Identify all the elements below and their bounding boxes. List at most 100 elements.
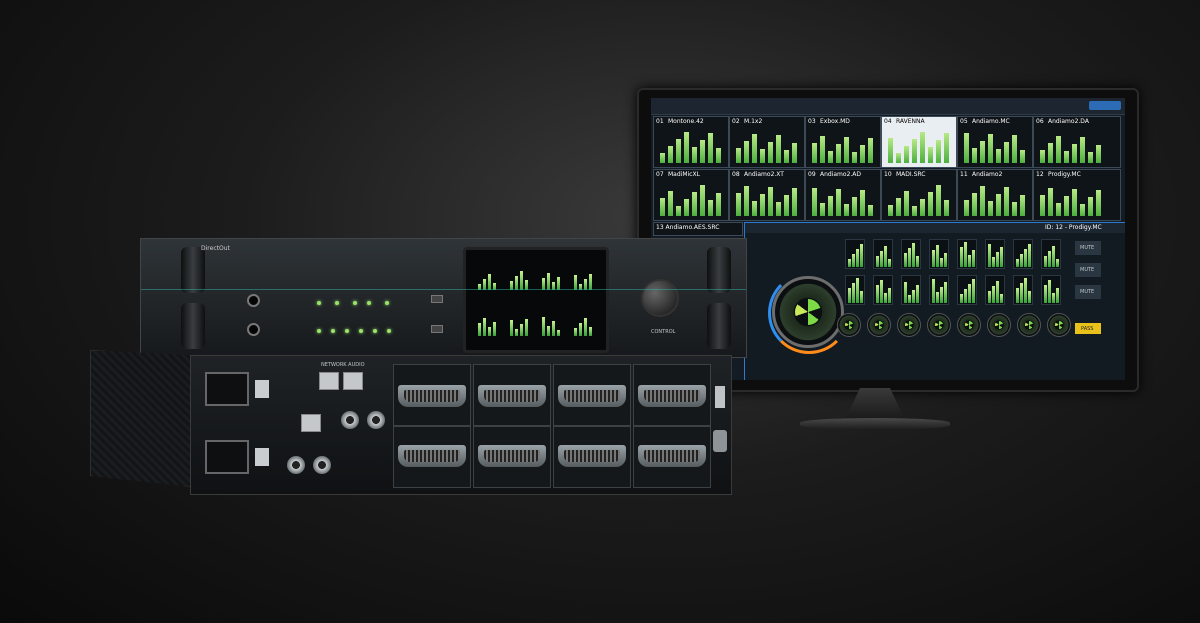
tile-name: Andiamo2.DA (1048, 118, 1089, 125)
small-radar (837, 313, 861, 337)
level-meter (744, 186, 749, 216)
level-meter (936, 185, 941, 216)
mute-button[interactable]: MUTE (1075, 263, 1101, 277)
rack-handle (181, 303, 205, 349)
topbar-button[interactable] (1089, 101, 1121, 110)
power-switch[interactable] (255, 380, 269, 398)
dsub-connector[interactable] (478, 385, 546, 407)
device-tile-02[interactable]: 02 M.1x2 (729, 116, 805, 168)
small-radar (897, 313, 921, 337)
level-meter (1088, 197, 1093, 216)
level-meter (760, 194, 765, 216)
channel-meter (1013, 275, 1033, 305)
level-meter (1096, 145, 1101, 163)
channel-meter (1041, 239, 1061, 269)
power-inlet[interactable] (205, 440, 249, 474)
dsub-connector[interactable] (478, 445, 546, 467)
level-meter (1072, 144, 1077, 163)
level-meter (828, 196, 833, 216)
level-meter (776, 202, 781, 216)
bnc-connector[interactable] (367, 411, 385, 429)
network-port[interactable] (319, 372, 339, 390)
level-meter (1020, 150, 1025, 163)
pass-button[interactable]: PASS (1075, 323, 1101, 334)
level-meter (844, 137, 849, 163)
power-switch[interactable] (255, 448, 269, 466)
mute-button[interactable]: MUTE (1075, 285, 1101, 299)
device-tile-09[interactable]: 09 Andiamo2.AD (805, 169, 881, 221)
device-tile-04[interactable]: 04 RAVENNA (881, 116, 957, 168)
level-meter (716, 148, 721, 163)
channel-meter (845, 239, 865, 269)
device-tile-03[interactable]: 03 Exbox.MD (805, 116, 881, 168)
headphone-jack[interactable] (247, 294, 260, 307)
tile-label: 09 (808, 171, 816, 178)
dsub-connector[interactable] (398, 385, 466, 407)
level-meter (708, 200, 713, 216)
io-slot (633, 364, 711, 426)
tile-label: 05 (960, 118, 968, 125)
tile-label: 12 (1036, 171, 1044, 178)
network-port[interactable] (343, 372, 363, 390)
level-meter (1064, 196, 1069, 216)
device-tile-05[interactable]: 05 Andiamo.MC (957, 116, 1033, 168)
display-meter (478, 323, 481, 336)
channel-meter (1041, 275, 1061, 305)
level-meter (860, 145, 865, 163)
status-led (359, 329, 363, 333)
tile-name: Exbox.MD (820, 118, 850, 125)
dsub-connector[interactable] (638, 385, 706, 407)
front-button[interactable] (431, 295, 443, 303)
dsub-connector[interactable] (398, 445, 466, 467)
tile-label: 08 (732, 171, 740, 178)
level-meter (776, 135, 781, 163)
channel-meter (845, 275, 865, 305)
level-meter (904, 191, 909, 216)
dsub-connector[interactable] (558, 445, 626, 467)
mute-button[interactable]: MUTE (1075, 241, 1101, 255)
dsub-connector[interactable] (638, 445, 706, 467)
level-meter (912, 206, 917, 216)
device-tile-13[interactable]: 13 Andiamo.AES.SRC (653, 222, 743, 236)
tile-name: Andiamo.MC (972, 118, 1010, 125)
level-meter (964, 200, 969, 216)
level-meter (736, 148, 741, 163)
device-tile-12[interactable]: 12 Prodigy.MC (1033, 169, 1121, 221)
front-button[interactable] (431, 325, 443, 333)
bnc-connector[interactable] (313, 456, 331, 474)
level-meter (912, 139, 917, 163)
level-meter (684, 132, 689, 163)
power-inlet[interactable] (205, 372, 249, 406)
level-meter (784, 195, 789, 216)
level-meter (700, 140, 705, 163)
display-meter (488, 274, 491, 290)
device-tile-01[interactable]: 01 Montone.42 (653, 116, 729, 168)
level-meter (792, 143, 797, 163)
level-meter (692, 147, 697, 163)
status-led (385, 301, 389, 305)
device-tile-07[interactable]: 07 MadiMicXL (653, 169, 729, 221)
level-meter (928, 192, 933, 216)
bnc-connector[interactable] (341, 411, 359, 429)
display-meter (488, 327, 491, 336)
serial-port[interactable] (713, 430, 727, 452)
display-meter (542, 317, 545, 336)
level-meter (996, 149, 1001, 163)
level-meter (944, 200, 949, 216)
level-meter (1072, 189, 1077, 216)
level-meter (1080, 204, 1085, 216)
headphone-jack[interactable] (247, 323, 260, 336)
usb-port[interactable] (715, 386, 725, 408)
control-knob[interactable] (641, 279, 679, 317)
dsub-connector[interactable] (558, 385, 626, 407)
bnc-connector[interactable] (287, 456, 305, 474)
device-tile-11[interactable]: 11 Andiamo2 (957, 169, 1033, 221)
level-meter (844, 204, 849, 216)
device-tile-06[interactable]: 06 Andiamo2.DA (1033, 116, 1121, 168)
level-meter (988, 134, 993, 163)
level-meter (1056, 203, 1061, 216)
network-port[interactable] (301, 414, 321, 432)
device-tile-10[interactable]: 10 MADI.SRC (881, 169, 957, 221)
device-tile-08[interactable]: 08 Andiamo2.XT (729, 169, 805, 221)
level-meter (708, 133, 713, 163)
